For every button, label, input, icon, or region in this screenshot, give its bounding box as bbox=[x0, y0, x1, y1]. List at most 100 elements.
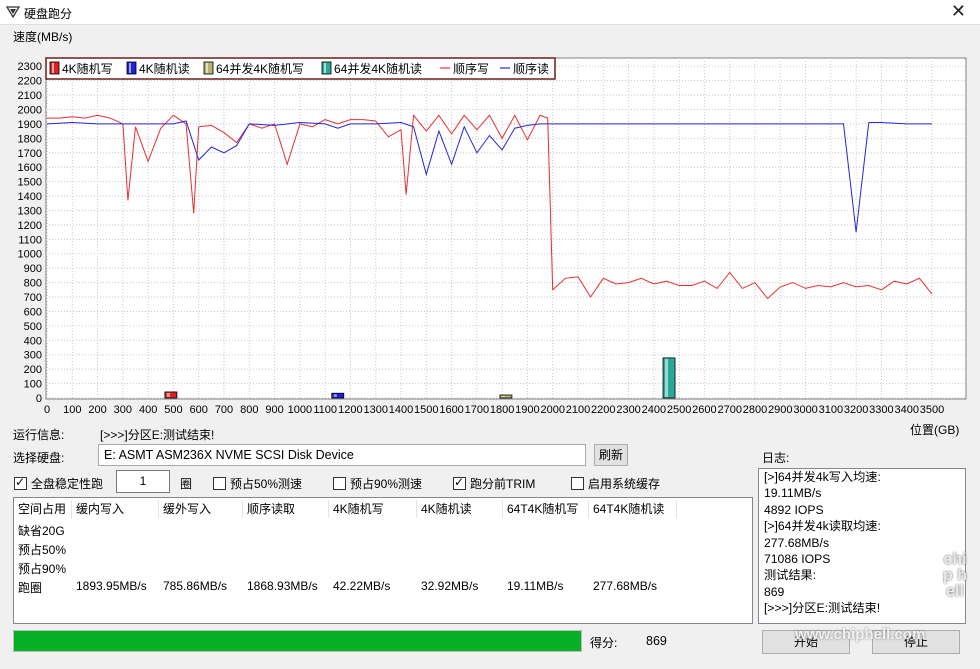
close-icon[interactable]: ✕ bbox=[951, 1, 966, 22]
bar-highlight bbox=[166, 392, 170, 397]
y-tick-label: 1500 bbox=[18, 177, 42, 189]
x-tick-label: 3400 bbox=[894, 404, 918, 416]
x-tick-label: 3000 bbox=[793, 404, 817, 416]
x-tick-label: 2600 bbox=[692, 404, 716, 416]
cache-checkbox[interactable]: 启用系统缓存 bbox=[571, 475, 660, 492]
y-tick-label: 100 bbox=[24, 379, 42, 391]
y-tick-label: 2200 bbox=[18, 76, 42, 88]
y-tick-label: 600 bbox=[24, 306, 42, 318]
trim-checkbox[interactable]: 跑分前TRIM bbox=[453, 475, 535, 492]
x-tick-label: 1900 bbox=[515, 404, 539, 416]
col-header: 4K随机写 bbox=[329, 500, 417, 518]
y-tick-label: 1700 bbox=[18, 148, 42, 160]
speed-chart: 速度(MB/s) 位置(GB) 0 100 200 300 400 500 600 700 80… bbox=[0, 26, 980, 441]
app-logo-icon bbox=[6, 6, 20, 19]
log-line: 测试结果: bbox=[764, 568, 817, 583]
x-tick-label: 2500 bbox=[667, 404, 691, 416]
x-tick-label: 2200 bbox=[591, 404, 615, 416]
legend-swatch bbox=[126, 61, 137, 75]
y-tick-label: 500 bbox=[24, 321, 42, 333]
col-header: 缓内写入 bbox=[72, 500, 159, 518]
cache-check[interactable] bbox=[571, 477, 584, 490]
watermark-logo: chip hell bbox=[943, 551, 967, 600]
legend-label: 64并发4K随机读 bbox=[334, 61, 422, 76]
disk-label: 选择硬盘: bbox=[13, 451, 65, 465]
trim-check[interactable] bbox=[453, 475, 466, 490]
chevron-down-icon[interactable]: ⌵ bbox=[104, 448, 579, 459]
fill90-label: 预占90%测速 bbox=[350, 477, 423, 491]
fill50-label: 预占50%测速 bbox=[230, 477, 303, 491]
x-tick-label: 800 bbox=[240, 404, 258, 416]
x-tick-label: 2100 bbox=[566, 404, 590, 416]
disk-select[interactable]: E: ASMT ASM236X NVME SCSI Disk Device ⌵ bbox=[98, 444, 586, 466]
y-tick-label: 300 bbox=[24, 350, 42, 362]
watermark-url: www.chiphell.com bbox=[795, 626, 926, 643]
x-tick-labels: 0 100 200 300 400 500 600 700 800 900 1000 1100 1200… bbox=[44, 404, 944, 416]
y-tick-label: 1600 bbox=[18, 162, 42, 174]
y-axis-label: 速度(MB/s) bbox=[13, 29, 72, 44]
x-tick-label: 1800 bbox=[490, 404, 514, 416]
table-cell: 42.22MB/s bbox=[333, 579, 391, 593]
results-table: 空间占用 缓内写入 缓外写入 顺序读取 4K随机写 4K随机读 64T4K随机写… bbox=[13, 497, 753, 624]
y-tick-labels: 0 100 200 300 400 500 600 700 800 900 1000 1100 1200… bbox=[18, 61, 42, 405]
fill50-checkbox[interactable]: 预占50%测速 bbox=[213, 475, 302, 492]
score-label: 得分: bbox=[590, 636, 618, 650]
x-tick-label: 3100 bbox=[819, 404, 843, 416]
fill90-check[interactable] bbox=[333, 477, 346, 490]
title-bar: 硬盘跑分 ✕ bbox=[0, 0, 980, 25]
log-label: 日志: bbox=[762, 451, 790, 465]
x-tick-label: 1100 bbox=[313, 404, 337, 416]
x-tick-label: 200 bbox=[88, 404, 106, 416]
log-line: [>]64并发4k写入均速: bbox=[764, 470, 881, 484]
y-tick-label: 2100 bbox=[18, 90, 42, 102]
y-tick-label: 200 bbox=[24, 364, 42, 376]
laps-unit: 圈 bbox=[180, 477, 193, 491]
table-cell: 1868.93MB/s bbox=[247, 579, 318, 593]
x-tick-label: 2400 bbox=[642, 404, 666, 416]
fill50-check[interactable] bbox=[213, 477, 226, 490]
progress-bar bbox=[13, 630, 582, 652]
y-tick-label: 900 bbox=[24, 263, 42, 275]
bar bbox=[331, 392, 345, 399]
legend-label: 4K随机读 bbox=[139, 61, 190, 76]
x-tick-label: 100 bbox=[63, 404, 81, 416]
legend-swatch bbox=[203, 61, 214, 75]
refresh-button[interactable]: 刷新 bbox=[594, 444, 628, 466]
x-tick-label: 500 bbox=[164, 404, 182, 416]
y-tick-label: 1900 bbox=[18, 119, 42, 131]
fill90-checkbox[interactable]: 预占90%测速 bbox=[333, 475, 422, 492]
y-tick-label: 700 bbox=[24, 292, 42, 304]
x-tick-label: 1400 bbox=[389, 404, 413, 416]
trim-label: 跑分前TRIM bbox=[470, 477, 536, 491]
col-header: 空间占用 bbox=[14, 500, 72, 518]
laps-input[interactable]: 1 bbox=[116, 470, 170, 493]
legend-label: 4K随机写 bbox=[62, 61, 113, 76]
log-box[interactable]: [>]64并发4k写入均速: 19.11MB/s 4892 IOPS [>]64… bbox=[758, 468, 966, 624]
bar bbox=[662, 357, 676, 399]
x-tick-label: 3200 bbox=[844, 404, 868, 416]
y-tick-label: 1400 bbox=[18, 191, 42, 203]
x-tick-label: 1500 bbox=[414, 404, 438, 416]
table-cell: 1893.95MB/s bbox=[76, 579, 147, 593]
full-disk-checkbox[interactable]: 全盘稳定性跑 bbox=[14, 475, 103, 492]
results-header: 空间占用 缓内写入 缓外写入 顺序读取 4K随机写 4K随机读 64T4K随机写… bbox=[14, 498, 752, 520]
bar-highlight bbox=[333, 394, 337, 397]
log-line: 277.68MB/s bbox=[764, 535, 830, 550]
x-tick-label: 1700 bbox=[465, 404, 489, 416]
log-line: [>]64并发4k读取均速: bbox=[764, 519, 881, 534]
y-tick-label: 1200 bbox=[18, 220, 42, 232]
table-cell: 785.86MB/s bbox=[163, 579, 228, 593]
y-tick-label: 1300 bbox=[18, 205, 42, 217]
progress-fill bbox=[14, 631, 581, 651]
x-tick-label: 1600 bbox=[439, 404, 463, 416]
col-header: 顺序读取 bbox=[243, 500, 329, 518]
log-line: 19.11MB/s bbox=[764, 486, 822, 501]
x-tick-label: 2700 bbox=[717, 404, 741, 416]
col-header: 64T4K随机读 bbox=[589, 500, 677, 518]
x-tick-label: 400 bbox=[139, 404, 157, 416]
x-tick-label: 2000 bbox=[540, 404, 564, 416]
full-disk-check[interactable] bbox=[14, 475, 27, 490]
cache-label: 启用系统缓存 bbox=[588, 477, 661, 491]
y-tick-label: 2000 bbox=[18, 104, 42, 116]
y-tick-label: 1100 bbox=[18, 234, 42, 246]
